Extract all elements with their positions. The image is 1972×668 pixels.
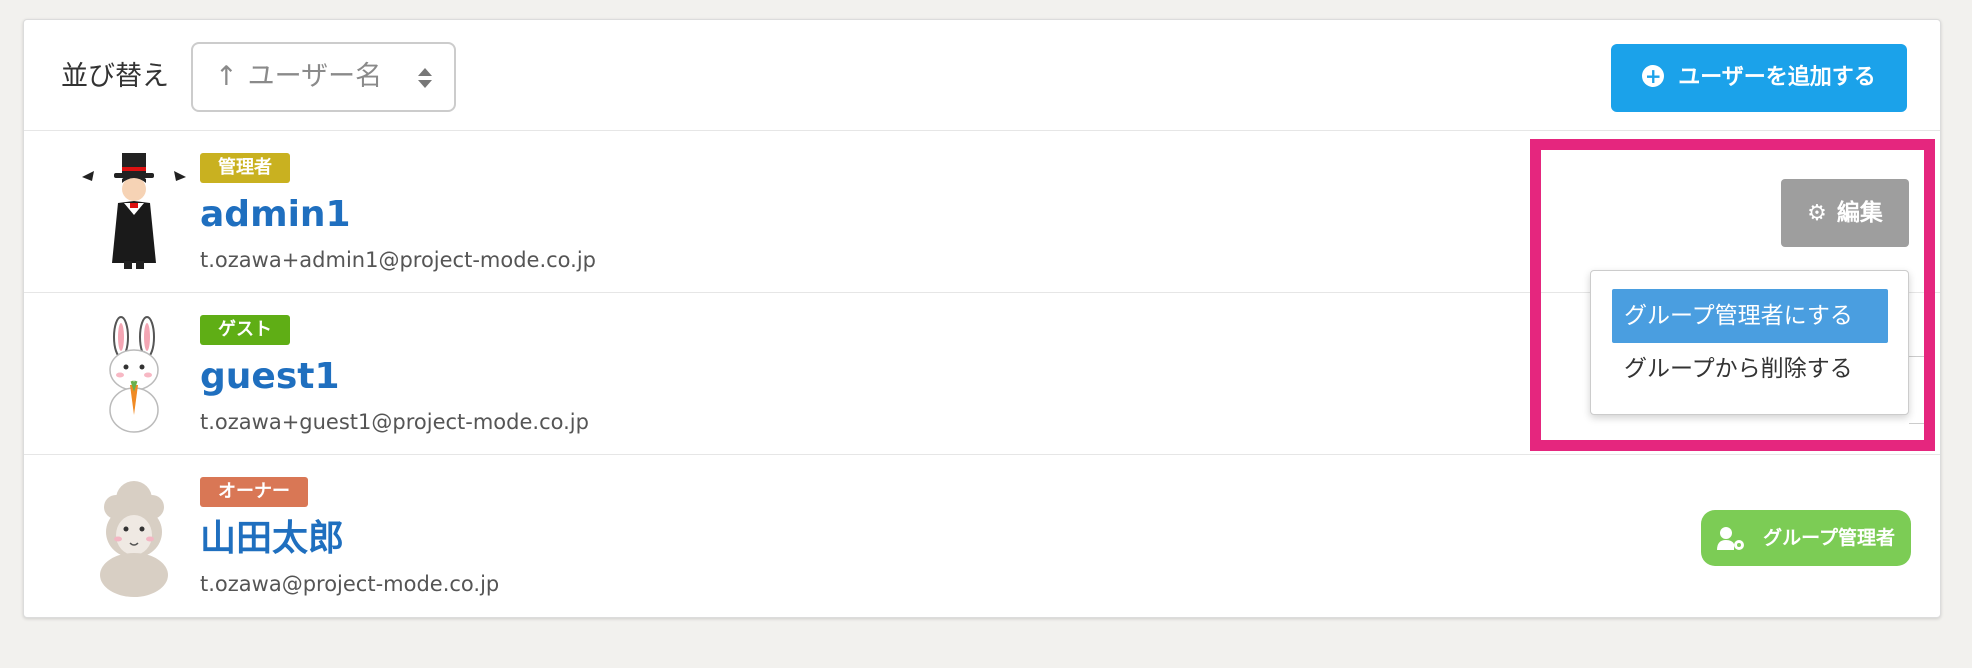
role-badge: ゲスト [200,315,290,345]
user-name-link[interactable]: admin1 [200,193,351,237]
alpaca-avatar [100,481,168,597]
user-email: t.ozawa@project-mode.co.jp [200,572,500,596]
sort-ascending-icon: ↑ [215,61,238,92]
magician-avatar [82,153,186,269]
sort-label: 並び替え [61,61,169,92]
menu-item-make-group-admin[interactable]: グループ管理者にする [1612,289,1888,343]
user-name-link[interactable]: 山田太郎 [200,517,344,561]
menu-item-remove-from-group[interactable]: グループから削除する [1612,342,1888,396]
add-user-button[interactable]: + ユーザーを追加する [1611,44,1907,112]
user-name-link[interactable]: guest1 [200,355,340,399]
role-badge: 管理者 [200,153,290,183]
select-updown-icon [418,68,432,88]
group-admin-button-label: グループ管理者 [1763,527,1895,549]
edit-button[interactable]: ⚙ 編集 [1781,179,1909,247]
gear-icon: ⚙ [1807,201,1827,226]
user-email: t.ozawa+guest1@project-mode.co.jp [200,410,589,434]
user-gear-icon [1717,527,1744,550]
rabbit-avatar [109,316,159,433]
user-row-admin1: 管理者 admin1 t.ozawa+admin1@project-mode.c… [24,131,1940,293]
role-badge: オーナー [200,477,308,507]
sort-select[interactable]: ↑ ユーザー名 [191,42,456,112]
edit-dropdown-menu: グループ管理者にする グループから削除する [1590,270,1909,415]
user-email: t.ozawa+admin1@project-mode.co.jp [200,248,597,272]
list-toolbar: 並び替え ↑ ユーザー名 + ユーザーを追加する [24,20,1940,131]
plus-circle-icon: + [1642,65,1665,87]
edit-button-label: 編集 [1836,200,1883,226]
add-user-label: ユーザーを追加する [1678,65,1876,90]
group-admin-button[interactable]: グループ管理者 [1701,510,1911,566]
sort-select-value: ユーザー名 [247,61,383,92]
user-row-yamada: オーナー 山田太郎 t.ozawa@project-mode.co.jp グルー… [24,455,1940,617]
edit-button-partial[interactable] [1909,356,1931,424]
